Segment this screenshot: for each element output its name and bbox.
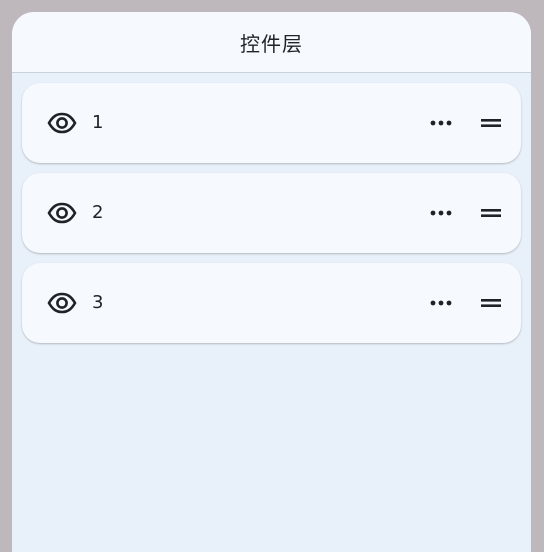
drag-handle-icon[interactable] [477, 110, 505, 136]
more-horizontal-icon[interactable] [427, 110, 455, 136]
eye-icon[interactable] [47, 109, 77, 137]
layer-label: 3 [92, 292, 104, 313]
panel-header: 控件层 [12, 12, 531, 73]
layers-panel: 控件层 1 2 3 [12, 12, 531, 552]
layer-label: 1 [92, 112, 104, 133]
drag-handle-icon[interactable] [477, 200, 505, 226]
more-horizontal-icon[interactable] [427, 200, 455, 226]
eye-icon[interactable] [47, 199, 77, 227]
layer-list: 1 2 3 [22, 83, 521, 353]
more-horizontal-icon[interactable] [427, 290, 455, 316]
eye-icon[interactable] [47, 289, 77, 317]
drag-handle-icon[interactable] [477, 290, 505, 316]
layer-item-2[interactable]: 2 [22, 173, 521, 253]
layer-item-3[interactable]: 3 [22, 263, 521, 343]
layer-label: 2 [92, 202, 104, 223]
panel-title: 控件层 [240, 32, 303, 56]
layer-item-1[interactable]: 1 [22, 83, 521, 163]
